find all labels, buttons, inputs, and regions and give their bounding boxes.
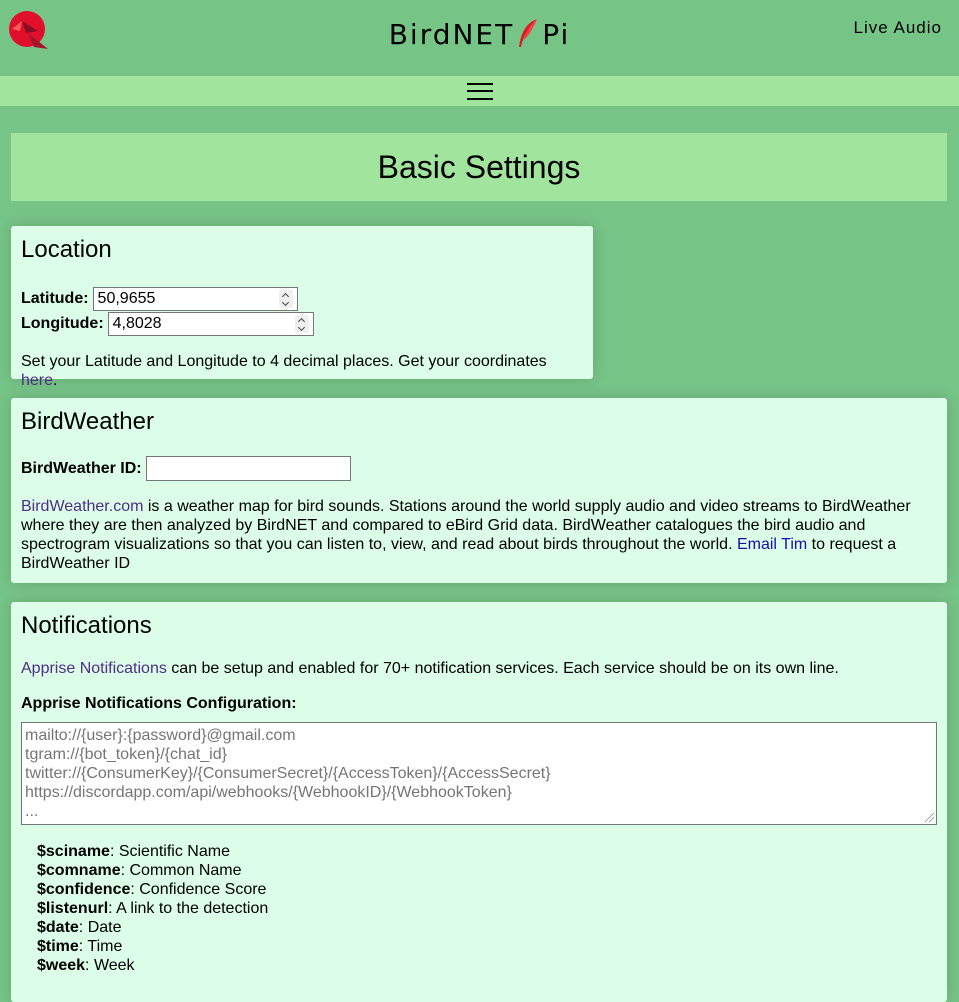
variable-name: $listenurl xyxy=(37,900,109,917)
notifications-card: Notifications Apprise Notifications can … xyxy=(11,602,947,1002)
variable-desc: : Scientific Name xyxy=(109,843,230,860)
location-help-text: Set your Latitude and Longitude to 4 dec… xyxy=(21,353,547,370)
variable-name: $comname xyxy=(37,862,121,879)
location-heading: Location xyxy=(21,236,112,263)
variables-list: $sciname: Scientific Name $comname: Comm… xyxy=(37,842,937,975)
location-help: Set your Latitude and Longitude to 4 dec… xyxy=(21,352,583,390)
variable-name: $time xyxy=(37,938,79,955)
placeholder-line: mailto://{user}:{password}@gmail.com xyxy=(25,727,296,744)
brand-left: BirdNET xyxy=(388,18,515,51)
birdweather-id-label: BirdWeather ID: xyxy=(21,459,142,477)
top-bar: BirdNET Pi Live Audio xyxy=(0,0,959,72)
apprise-config-label: Apprise Notifications Configuration: xyxy=(21,695,297,712)
placeholder-line: tgram://{bot_token}/{chat_id} xyxy=(25,746,227,763)
variable-item: $sciname: Scientific Name xyxy=(37,842,937,861)
variable-item: $week: Week xyxy=(37,956,937,975)
notifications-intro-text: can be setup and enabled for 70+ notific… xyxy=(166,660,839,677)
apprise-config-textarea[interactable]: mailto://{user}:{password}@gmail.com tgr… xyxy=(21,722,937,825)
variable-item: $confidence: Confidence Score xyxy=(37,880,937,899)
variable-name: $date xyxy=(37,919,79,936)
placeholder-line: twitter://{ConsumerKey}/{ConsumerSecret}… xyxy=(25,765,551,782)
brand-title[interactable]: BirdNET Pi xyxy=(0,18,959,51)
brand-right: Pi xyxy=(542,18,571,51)
birdweather-link[interactable]: BirdWeather.com xyxy=(21,498,143,515)
variable-desc: : Confidence Score xyxy=(130,881,267,898)
latitude-stepper-icon[interactable] xyxy=(278,289,293,308)
latitude-input[interactable]: 50,9655 xyxy=(92,286,298,311)
longitude-input[interactable]: 4,8028 xyxy=(107,311,314,336)
variable-item: $time: Time xyxy=(37,937,937,956)
hamburger-menu-icon[interactable] xyxy=(466,82,493,100)
location-help-end: . xyxy=(53,372,58,389)
birdweather-description: BirdWeather.com is a weather map for bir… xyxy=(21,497,937,573)
variable-desc: : Common Name xyxy=(120,862,242,879)
page-title: Basic Settings xyxy=(11,133,947,201)
notifications-intro: Apprise Notifications can be setup and e… xyxy=(21,659,937,678)
apprise-link[interactable]: Apprise Notifications xyxy=(21,660,167,677)
birdweather-card: BirdWeather BirdWeather ID: BirdWeather.… xyxy=(11,398,947,583)
variable-desc: : A link to the detection xyxy=(108,900,269,917)
placeholder-line: ... xyxy=(25,803,39,820)
variable-item: $date: Date xyxy=(37,918,937,937)
variable-name: $confidence xyxy=(37,881,131,898)
birdweather-heading: BirdWeather xyxy=(21,408,154,435)
variable-desc: : Week xyxy=(85,957,135,974)
longitude-value: 4,8028 xyxy=(112,314,162,332)
variable-name: $sciname xyxy=(37,843,110,860)
nav-bar xyxy=(0,76,959,106)
birdweather-id-input[interactable] xyxy=(145,456,351,481)
location-card: Location Latitude: 50,9655 Longitude: 4,… xyxy=(11,226,593,389)
resize-handle-icon[interactable] xyxy=(925,813,934,822)
longitude-stepper-icon[interactable] xyxy=(294,314,309,333)
variable-desc: : Date xyxy=(78,919,122,936)
variable-item: $comname: Common Name xyxy=(37,861,937,880)
notifications-heading: Notifications xyxy=(21,612,152,639)
longitude-row: Longitude: 4,8028 xyxy=(21,311,583,336)
variable-item: $listenurl: A link to the detection xyxy=(37,899,937,918)
latitude-label: Latitude: xyxy=(21,289,89,307)
variable-desc: : Time xyxy=(78,938,123,955)
placeholder-line: https://discordapp.com/api/webhooks/{Web… xyxy=(25,784,512,801)
latitude-value: 50,9655 xyxy=(97,289,156,307)
email-tim-link[interactable]: Email Tim xyxy=(737,536,807,553)
latitude-row: Latitude: 50,9655 xyxy=(21,286,583,311)
birdweather-id-row: BirdWeather ID: xyxy=(21,456,937,481)
live-audio-button[interactable]: Live Audio xyxy=(854,18,942,38)
feather-icon xyxy=(519,19,538,47)
variable-name: $week xyxy=(37,957,86,974)
longitude-label: Longitude: xyxy=(21,314,104,332)
coordinates-link[interactable]: here xyxy=(21,372,53,389)
